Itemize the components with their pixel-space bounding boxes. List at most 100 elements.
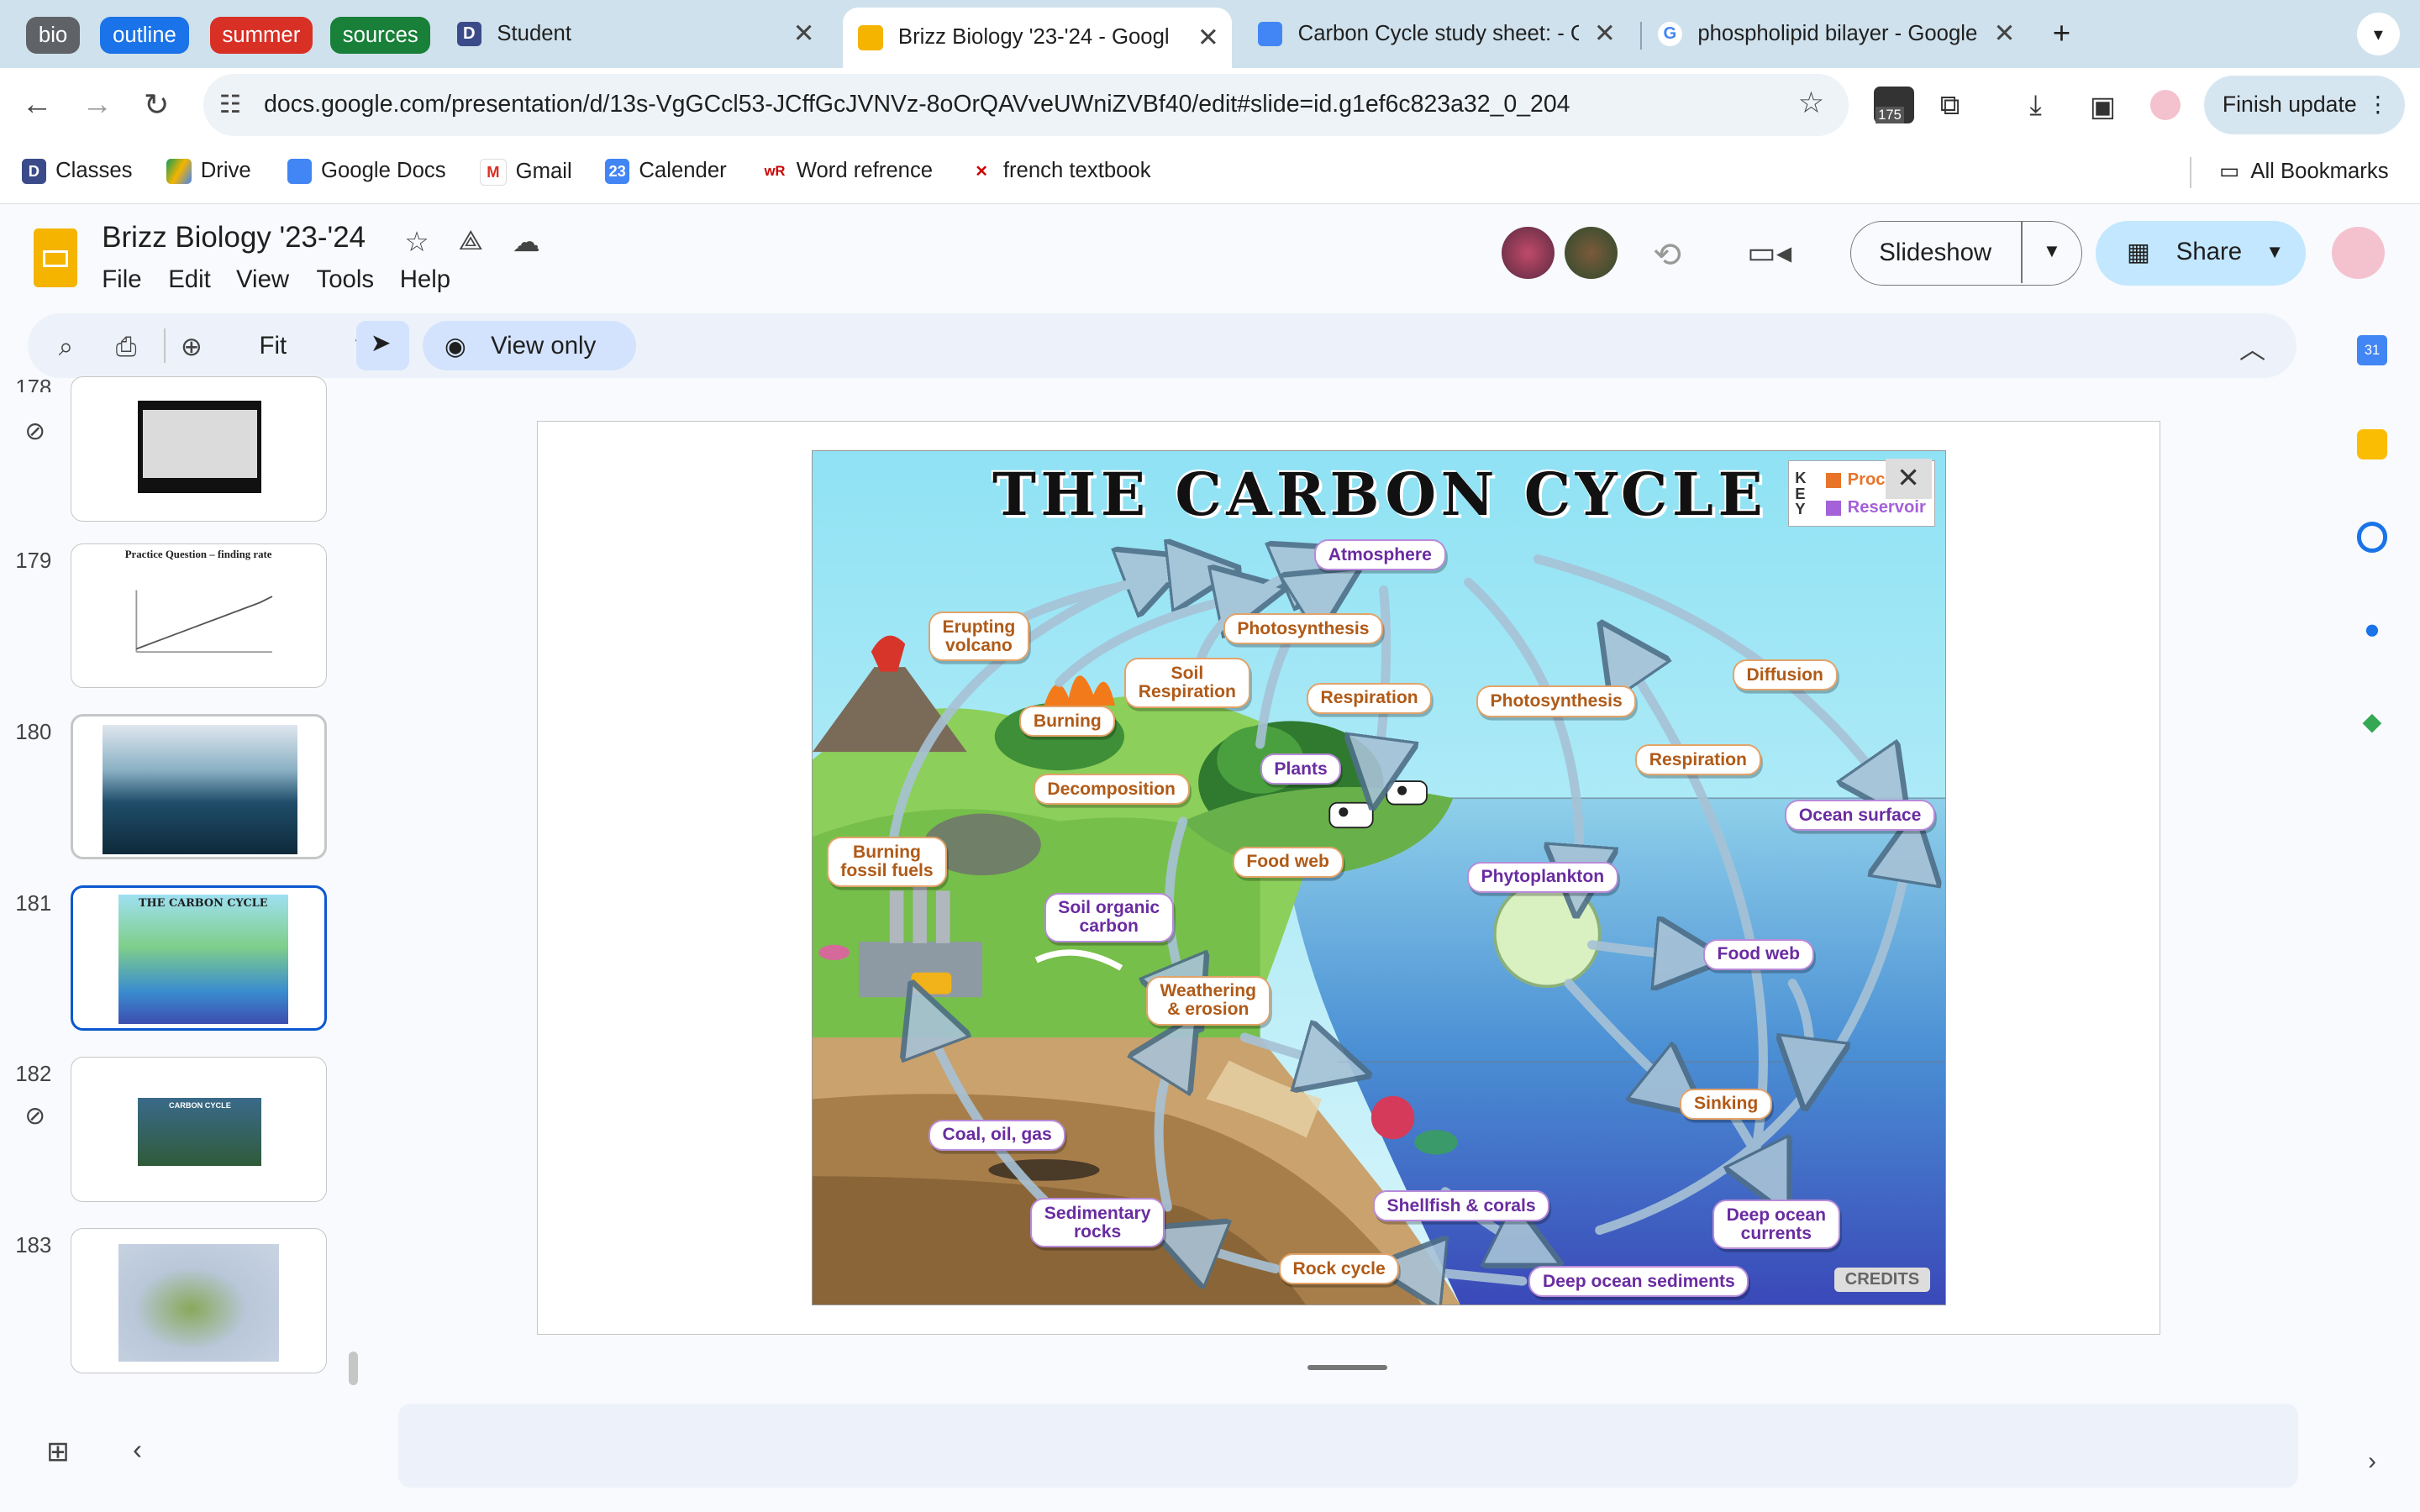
- calendar-icon[interactable]: 31: [2356, 334, 2388, 366]
- move-to-drive-icon[interactable]: ⟁: [458, 225, 482, 257]
- back-icon[interactable]: ←: [22, 87, 53, 122]
- bookmark-gmail[interactable]: M Gmail: [480, 159, 572, 186]
- account-avatar[interactable]: [2332, 226, 2385, 280]
- extensions-puzzle-icon[interactable]: ⧉: [1940, 90, 1960, 122]
- slide-thumbnail[interactable]: Practice Question – finding rate: [71, 543, 328, 689]
- close-tab-icon[interactable]: ✕: [1594, 18, 1616, 49]
- bookmark-calender[interactable]: 23 Calender: [604, 159, 727, 184]
- thumbnail-graph: [135, 590, 273, 653]
- close-tab-icon[interactable]: ✕: [1197, 23, 1219, 53]
- side-panel-icon[interactable]: ▣: [2090, 90, 2116, 123]
- slide-thumbnail[interactable]: CARBON CYCLE: [71, 1057, 328, 1202]
- extension-badge: 175: [1875, 106, 1905, 123]
- forward-icon[interactable]: →: [82, 87, 113, 122]
- print-icon[interactable]: ⎙: [116, 332, 137, 363]
- tab-student[interactable]: D Student ✕: [456, 8, 828, 60]
- filmstrip-scrollbar[interactable]: [349, 1351, 359, 1386]
- tab-phospholipid[interactable]: G phospholipid bilayer - Google ✕: [1657, 8, 2028, 60]
- bookmark-star-icon[interactable]: ☆: [1798, 87, 1824, 120]
- grid-view-icon[interactable]: ⊞: [46, 1435, 70, 1468]
- menu-edit[interactable]: Edit: [168, 265, 211, 294]
- version-history-icon[interactable]: ⟲: [1653, 234, 1681, 275]
- linked-slide-icon: ⊘: [24, 1102, 45, 1131]
- bookmark-french-textbook[interactable]: ✕ french textbook: [969, 159, 1151, 184]
- notes-resize-handle[interactable]: [1307, 1365, 1388, 1370]
- keep-icon[interactable]: [2356, 428, 2388, 460]
- slide-thumbnail[interactable]: [71, 714, 328, 860]
- tasks-icon[interactable]: [2356, 521, 2388, 553]
- chevron-down-icon[interactable]: ▼: [2043, 240, 2061, 262]
- thumbnail-image: [118, 1244, 279, 1362]
- zoom-select[interactable]: Fit: [260, 332, 287, 360]
- label-weathering-erosion: Weathering & erosion: [1145, 975, 1270, 1026]
- share-button[interactable]: ▦ Share ▼: [2096, 220, 2307, 286]
- tab-strip: bio outline summer sources D Student ✕ B…: [0, 0, 2420, 68]
- select-tool-button[interactable]: ➤: [356, 321, 409, 370]
- label-burning: Burning: [1019, 706, 1116, 738]
- slideshow-button[interactable]: Slideshow ▼: [1850, 220, 2082, 286]
- truck-icon: [911, 973, 952, 995]
- tab-search-icon[interactable]: ▾: [2356, 12, 2401, 56]
- collaborator-avatar[interactable]: [1502, 226, 1555, 280]
- menu-help[interactable]: Help: [400, 265, 450, 294]
- site-settings-icon[interactable]: ☷: [219, 90, 241, 119]
- address-bar[interactable]: ☷ docs.google.com/presentation/d/13s-VgG…: [203, 74, 1849, 136]
- zoom-icon[interactable]: ⊕: [181, 332, 203, 362]
- thumbnail-image: THE CARBON CYCLE: [118, 894, 288, 1024]
- star-icon[interactable]: ☆: [404, 225, 429, 259]
- tab-carbon-cycle-sheet[interactable]: Carbon Cycle study sheet: - G ✕: [1257, 8, 1628, 60]
- document-title[interactable]: Brizz Biology '23-'24: [102, 221, 366, 255]
- slide-number: 180: [15, 720, 52, 744]
- slide-thumbnail-selected[interactable]: THE CARBON CYCLE: [71, 885, 328, 1031]
- gmail-icon: M: [480, 159, 507, 186]
- credits-button[interactable]: CREDITS: [1833, 1267, 1930, 1293]
- tab-group-bio[interactable]: bio: [26, 17, 80, 55]
- label-deep-ocean-sediments: Deep ocean sediments: [1528, 1266, 1749, 1298]
- contacts-icon[interactable]: ●: [2357, 614, 2388, 645]
- slides-logo-icon[interactable]: [34, 228, 77, 287]
- bookmark-classes[interactable]: D Classes: [21, 159, 133, 184]
- docs-icon: [287, 159, 312, 184]
- view-only-button[interactable]: ◉ View only: [423, 321, 636, 370]
- search-icon[interactable]: ⌕: [59, 332, 73, 363]
- meet-camera-icon[interactable]: ▭◂: [1747, 234, 1791, 270]
- speaker-notes[interactable]: [397, 1404, 2298, 1488]
- calendar-icon: 23: [604, 159, 630, 184]
- bookmark-google-docs[interactable]: Google Docs: [287, 159, 446, 184]
- cloud-status-icon[interactable]: ☁: [513, 225, 540, 259]
- close-tab-icon[interactable]: ✕: [793, 18, 815, 49]
- slide-thumbnail[interactable]: [71, 1228, 328, 1373]
- collaborator-avatar[interactable]: [1565, 226, 1618, 280]
- bookmark-drive[interactable]: Drive: [166, 159, 251, 184]
- tab-group-outline[interactable]: outline: [100, 17, 189, 55]
- expand-side-panel-icon[interactable]: ›: [2357, 1447, 2388, 1478]
- slide-thumbnail[interactable]: [71, 376, 328, 522]
- kebab-menu-icon[interactable]: ⋮: [2367, 76, 2390, 134]
- chevron-down-icon[interactable]: ▼: [2265, 241, 2284, 263]
- reload-icon[interactable]: ↻: [144, 87, 170, 123]
- label-coal-oil-gas: Coal, oil, gas: [928, 1119, 1066, 1151]
- tab-brizz-biology[interactable]: Brizz Biology '23-'24 - Googl ✕: [842, 8, 1232, 68]
- thumbnail-title: Practice Question – finding rate: [124, 549, 272, 561]
- download-icon[interactable]: ⤓: [2029, 90, 2042, 122]
- menu-view[interactable]: View: [236, 265, 289, 294]
- close-icon[interactable]: ✕: [1885, 459, 1932, 500]
- extension-icon[interactable]: 175: [1873, 86, 1914, 123]
- finish-update-button[interactable]: Finish update ⋮: [2203, 75, 2405, 134]
- label-soil-respiration: Soil Respiration: [1124, 658, 1250, 708]
- maps-icon[interactable]: ⬥: [2357, 706, 2388, 738]
- folder-icon: ▭: [2219, 160, 2240, 184]
- close-tab-icon[interactable]: ✕: [1994, 18, 2016, 49]
- menu-file[interactable]: File: [102, 265, 141, 294]
- tab-group-sources[interactable]: sources: [330, 17, 431, 55]
- profile-avatar[interactable]: [2149, 89, 2181, 121]
- all-bookmarks[interactable]: ▭ All Bookmarks: [2219, 159, 2388, 184]
- cow-icon: [1386, 780, 1428, 806]
- collapse-filmstrip-icon[interactable]: ‹: [133, 1435, 142, 1467]
- collapse-toolbar-icon[interactable]: ︿: [2239, 328, 2265, 366]
- new-tab-icon[interactable]: +: [2053, 8, 2070, 60]
- google-favicon-icon: G: [1657, 21, 1682, 47]
- menu-tools[interactable]: Tools: [317, 265, 375, 294]
- tab-group-summer[interactable]: summer: [209, 17, 313, 55]
- bookmark-word-reference[interactable]: wR Word refrence: [762, 159, 933, 184]
